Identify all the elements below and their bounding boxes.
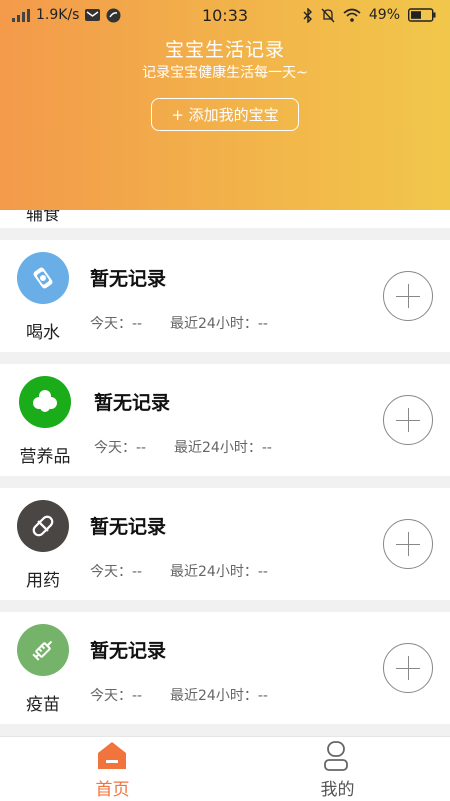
syringe-icon bbox=[17, 624, 69, 676]
record-card-supplement[interactable]: 营养品 暂无记录 今天：-- 最近24小时：-- bbox=[0, 364, 450, 476]
record-label: 喝水 bbox=[26, 323, 60, 343]
tab-profile[interactable]: 我的 bbox=[225, 737, 450, 801]
record-today: 今天：-- bbox=[94, 440, 147, 456]
bottom-tab-bar: 首页 我的 bbox=[0, 736, 450, 801]
add-record-button[interactable] bbox=[383, 271, 433, 321]
bluetooth-icon bbox=[303, 7, 312, 23]
record-last24: 最近24小时：-- bbox=[170, 688, 268, 704]
tab-home[interactable]: 首页 bbox=[0, 737, 225, 801]
page-title: 宝宝生活记录 bbox=[164, 39, 285, 61]
header-banner: 1.9K/s 10:33 49% 宝宝生活记录 记录宝宝健康生活每一天~ + 添… bbox=[0, 0, 450, 210]
home-icon bbox=[98, 742, 126, 769]
add-record-button[interactable] bbox=[383, 395, 433, 445]
profile-icon bbox=[324, 741, 348, 771]
status-bar: 1.9K/s 10:33 49% bbox=[0, 0, 450, 32]
record-status: 暂无记录 bbox=[94, 392, 171, 414]
wifi-icon bbox=[343, 8, 361, 22]
record-last24: 最近24小时：-- bbox=[174, 440, 272, 456]
page-subtitle: 记录宝宝健康生活每一天~ bbox=[142, 65, 308, 81]
record-last24: 最近24小时：-- bbox=[170, 316, 268, 332]
record-last24: 最近24小时：-- bbox=[170, 564, 268, 580]
clover-icon bbox=[19, 376, 71, 428]
battery-icon bbox=[408, 8, 436, 22]
record-today: 今天：-- bbox=[90, 688, 143, 704]
record-label: 营养品 bbox=[19, 447, 71, 467]
record-card-medicine[interactable]: 用药 暂无记录 今天：-- 最近24小时：-- bbox=[0, 488, 450, 600]
record-label: 疫苗 bbox=[26, 695, 60, 715]
record-label: 用药 bbox=[26, 571, 60, 591]
water-bottle-icon bbox=[17, 252, 69, 304]
battery-percent: 49% bbox=[368, 7, 400, 23]
record-status: 暂无记录 bbox=[90, 268, 167, 290]
add-record-button[interactable] bbox=[383, 519, 433, 569]
record-card-partial: 辅食 bbox=[0, 210, 450, 228]
tab-profile-label: 我的 bbox=[320, 780, 355, 800]
tab-home-label: 首页 bbox=[95, 780, 130, 800]
record-today: 今天：-- bbox=[90, 316, 143, 332]
record-today: 今天：-- bbox=[90, 564, 143, 580]
mute-bell-icon bbox=[321, 8, 335, 22]
record-status: 暂无记录 bbox=[90, 516, 167, 538]
record-card-vaccine[interactable]: 疫苗 暂无记录 今天：-- 最近24小时：-- bbox=[0, 612, 450, 724]
add-baby-button[interactable]: + 添加我的宝宝 bbox=[151, 98, 299, 131]
record-card-water[interactable]: 喝水 暂无记录 今天：-- 最近24小时：-- bbox=[0, 240, 450, 352]
add-record-button[interactable] bbox=[383, 643, 433, 693]
record-label: 辅食 bbox=[26, 210, 60, 225]
record-status: 暂无记录 bbox=[90, 640, 167, 662]
pill-icon bbox=[17, 500, 69, 552]
